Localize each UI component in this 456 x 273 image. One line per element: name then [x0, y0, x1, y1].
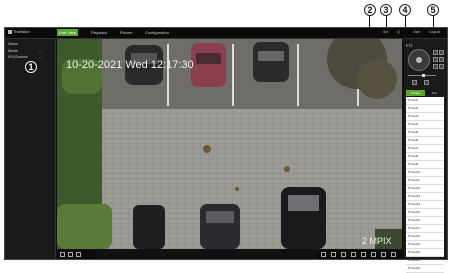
tab-playback[interactable]: Playback: [89, 29, 109, 36]
tab-tour[interactable]: Tour: [425, 90, 444, 96]
osd-timestamp: 10-20-2021 Wed 12:17:30: [66, 59, 194, 71]
list-item[interactable]: Preset20: [406, 249, 444, 257]
list-item[interactable]: Preset2: [406, 105, 444, 113]
info-label: IPS/Channel: [8, 55, 28, 59]
callout-5: 5: [427, 4, 439, 16]
stream-icon[interactable]: [76, 252, 81, 257]
ptz-direction-dial[interactable]: [408, 49, 430, 71]
list-item[interactable]: Preset3: [406, 113, 444, 121]
left-toolbar: [57, 250, 97, 259]
preset-list: Preset1 Preset2 Preset3 Preset4 Preset5 …: [406, 97, 444, 273]
list-item[interactable]: Preset8: [406, 153, 444, 161]
callout-4: 4: [399, 4, 411, 16]
ptz-title: PTZ: [406, 44, 413, 48]
preset-tab-bar: Preset Tour: [406, 90, 444, 96]
iris-close-button[interactable]: [439, 64, 444, 69]
list-item[interactable]: Preset6: [406, 137, 444, 145]
talk-icon[interactable]: [361, 252, 366, 257]
topbar-help[interactable]: Q: [397, 30, 400, 34]
zoom-icon[interactable]: [341, 252, 346, 257]
info-value: --: [39, 55, 42, 59]
tab-picture[interactable]: Picture: [118, 29, 134, 36]
left-info-panel: Status Bitrate -- IPS/Channel -- 1: [5, 39, 56, 259]
info-value: --: [39, 49, 42, 53]
topbar-user[interactable]: User: [413, 30, 420, 34]
tab-preset[interactable]: Preset: [406, 90, 425, 96]
light-button[interactable]: [412, 80, 417, 85]
info-label: Bitrate: [8, 49, 19, 53]
zoom-in-button[interactable]: [433, 50, 438, 55]
focus-near-button[interactable]: [433, 57, 438, 62]
osd-resolution: 2 MPIX: [362, 236, 392, 246]
callout-1: 1: [25, 61, 37, 73]
ptz-panel: PTZ Preset Tour Preset1 Preset2 Preset3 …: [404, 39, 447, 273]
topbar-logout[interactable]: Logout: [429, 30, 440, 34]
list-item[interactable]: Preset5: [406, 129, 444, 137]
list-item[interactable]: Preset14: [406, 201, 444, 209]
zoom-out-button[interactable]: [439, 50, 444, 55]
list-item[interactable]: Preset11: [406, 177, 444, 185]
list-item[interactable]: Preset18: [406, 233, 444, 241]
list-item[interactable]: Preset12: [406, 185, 444, 193]
live-video-view[interactable]: 10-20-2021 Wed 12:17:30 2 MPIX: [57, 39, 402, 249]
settings-icon[interactable]: [381, 252, 386, 257]
list-item[interactable]: Preset17: [406, 225, 444, 233]
list-item[interactable]: Preset4: [406, 121, 444, 129]
ratio-icon[interactable]: [371, 252, 376, 257]
list-item[interactable]: Preset21: [406, 257, 444, 265]
top-bar: TruVision Live View Playback Picture Con…: [5, 28, 447, 39]
list-item[interactable]: Preset9: [406, 161, 444, 169]
info-label: Status: [8, 42, 18, 46]
callout-2: 2: [364, 4, 376, 16]
callout-3: 3: [380, 4, 392, 16]
grid-icon[interactable]: [68, 252, 73, 257]
wiper-button[interactable]: [424, 80, 429, 85]
tab-live-view[interactable]: Live View: [57, 29, 79, 36]
ptz-speed-slider[interactable]: [408, 74, 436, 77]
app-window: TruVision Live View Playback Picture Con…: [4, 27, 448, 273]
snapshot-icon[interactable]: [331, 252, 336, 257]
list-item[interactable]: Preset15: [406, 209, 444, 217]
ptz-center-icon[interactable]: [416, 57, 422, 63]
tab-configuration[interactable]: Configuration: [143, 29, 171, 36]
logo-icon: [8, 29, 12, 34]
brand-logo: TruVision: [8, 29, 30, 34]
iris-open-button[interactable]: [433, 64, 438, 69]
list-item[interactable]: Preset19: [406, 241, 444, 249]
list-item[interactable]: Preset7: [406, 145, 444, 153]
list-item[interactable]: Preset16: [406, 217, 444, 225]
list-item[interactable]: Preset1: [406, 97, 444, 105]
record-icon[interactable]: [321, 252, 326, 257]
right-toolbar: [317, 250, 402, 259]
layout-icon[interactable]: [60, 252, 65, 257]
list-item[interactable]: Preset13: [406, 193, 444, 201]
list-item[interactable]: Preset10: [406, 169, 444, 177]
focus-far-button[interactable]: [439, 57, 444, 62]
slider-knob[interactable]: [422, 74, 425, 77]
list-item[interactable]: Preset22: [406, 265, 444, 273]
topbar-screen-toggle[interactable]: Scr: [383, 30, 388, 34]
audio-icon[interactable]: [351, 252, 356, 257]
fullscreen-icon[interactable]: [391, 252, 396, 257]
